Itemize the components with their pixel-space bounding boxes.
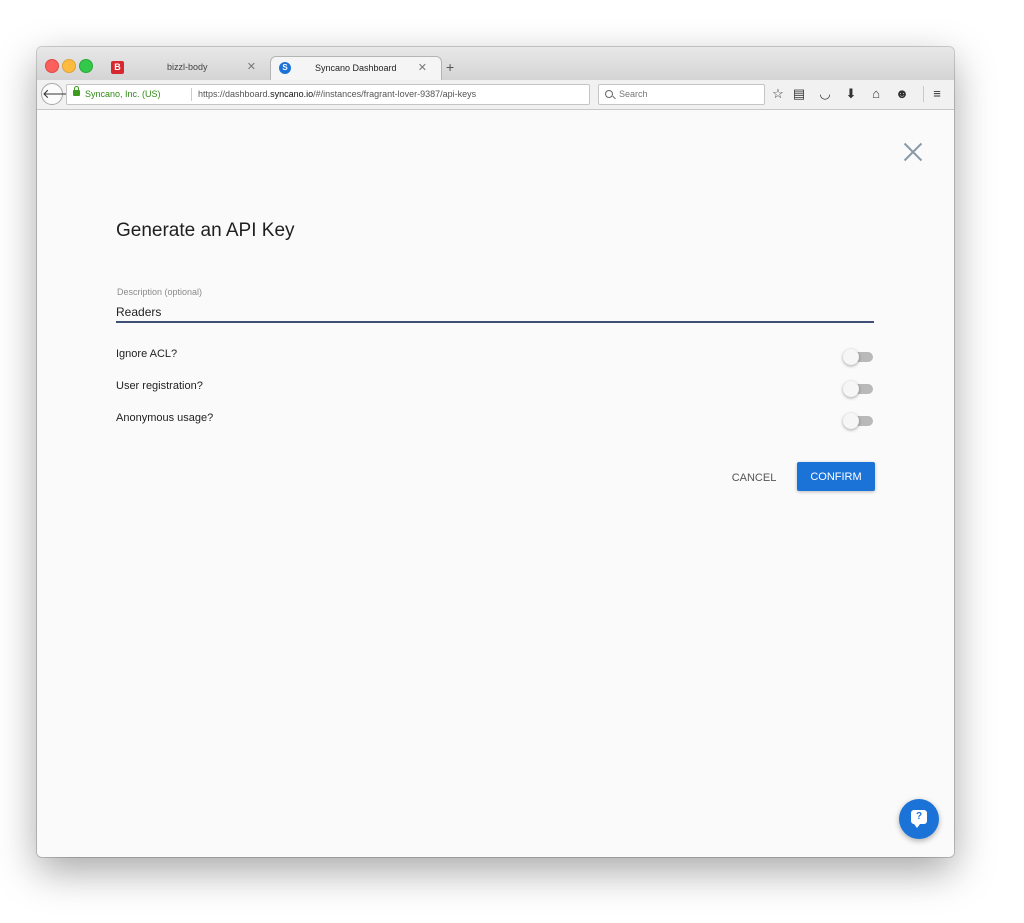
address-bar[interactable]: Syncano, Inc. (US) https://dashboard.syn… (66, 84, 612, 105)
ignore-acl-toggle[interactable] (843, 349, 875, 365)
help-chat-button[interactable]: ? (899, 799, 939, 839)
description-field[interactable] (116, 303, 874, 323)
user-registration-label: User registration? (116, 380, 203, 392)
navigation-bar: 🡐 Syncano, Inc. (US) https://dashboard.s… (37, 80, 954, 110)
home-icon[interactable]: ⌂ (867, 85, 885, 102)
toggle-thumb (843, 413, 859, 429)
favicon-syncano-icon: S (279, 62, 291, 74)
search-icon (605, 90, 613, 98)
url-path: /#/instances/fragrant-lover-9387/api-key… (313, 89, 477, 99)
tab-syncano-dashboard[interactable]: S Syncano Dashboard ✕ (270, 56, 442, 81)
tab-bizzl-body[interactable]: B bizzl-body ✕ (105, 56, 270, 80)
anonymous-usage-label: Anonymous usage? (116, 412, 214, 424)
url-text[interactable]: https://dashboard.syncano.io/#/instances… (198, 85, 476, 104)
search-placeholder: Search (619, 89, 648, 99)
toolbar-divider (923, 86, 924, 102)
back-button[interactable]: 🡐 (41, 83, 77, 105)
new-tab-button[interactable]: + (446, 59, 454, 75)
tab-close-icon[interactable]: ✕ (418, 61, 427, 74)
description-label: Description (optional) (117, 287, 203, 297)
menu-icon[interactable]: ≡ (928, 85, 946, 102)
hello-icon[interactable]: ☻ (893, 85, 911, 102)
minimize-window-button[interactable] (62, 59, 76, 73)
dialog-title: Generate an API Key (116, 220, 295, 241)
site-identity[interactable]: Syncano, Inc. (US) (85, 85, 161, 104)
tab-title: Syncano Dashboard (315, 63, 397, 73)
page-content: Generate an API Key Description (optiona… (37, 110, 954, 857)
download-icon[interactable]: ⬇ (842, 85, 860, 102)
tab-title: bizzl-body (167, 62, 208, 72)
toggle-row-ignore-acl: Ignore ACL? (116, 348, 876, 366)
tab-strip: B bizzl-body ✕ S Syncano Dashboard ✕ + (37, 47, 954, 81)
confirm-button[interactable]: CONFIRM (797, 462, 875, 491)
toggle-row-anonymous-usage: Anonymous usage? (116, 412, 876, 430)
tab-close-icon[interactable]: ✕ (247, 60, 256, 73)
url-prefix: https://dashboard. (198, 89, 271, 99)
zoom-window-button[interactable] (79, 59, 93, 73)
search-input[interactable]: Search (598, 84, 765, 105)
ignore-acl-label: Ignore ACL? (116, 348, 178, 360)
star-icon[interactable]: ☆ (769, 85, 787, 102)
cancel-button[interactable]: CANCEL (720, 462, 788, 492)
user-registration-toggle[interactable] (843, 381, 875, 397)
toggle-thumb (843, 349, 859, 365)
close-window-button[interactable] (45, 59, 59, 73)
url-separator (191, 88, 192, 101)
help-chat-icon: ? (911, 810, 927, 828)
url-domain: syncano.io (270, 89, 314, 99)
close-icon[interactable] (901, 140, 925, 164)
reading-list-icon[interactable]: ▤ (790, 85, 808, 102)
lock-icon (73, 86, 80, 96)
pocket-icon[interactable]: ◡ (816, 85, 834, 102)
toggle-thumb (843, 381, 859, 397)
favicon-b-icon: B (111, 61, 124, 74)
toggle-row-user-registration: User registration? (116, 380, 876, 398)
browser-window: B bizzl-body ✕ S Syncano Dashboard ✕ + 🡐… (37, 47, 954, 857)
anonymous-usage-toggle[interactable] (843, 413, 875, 429)
